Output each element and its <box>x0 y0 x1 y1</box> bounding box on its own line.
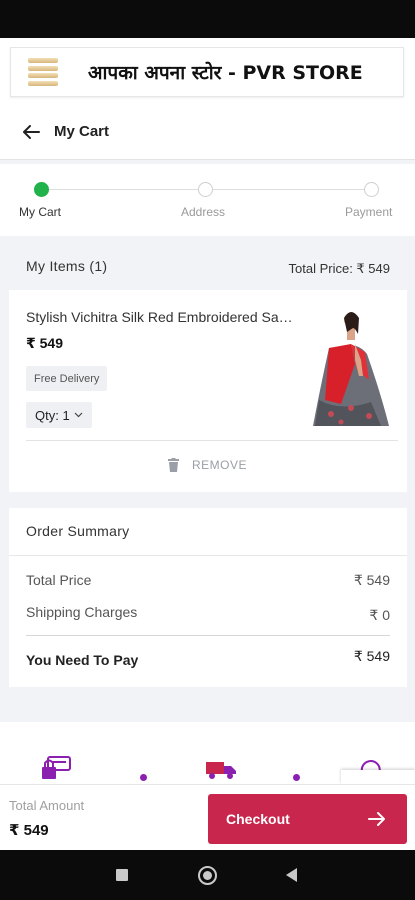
step-connector <box>49 189 198 190</box>
status-bar <box>0 0 415 38</box>
separator-dot <box>140 774 147 781</box>
page-title: My Cart <box>54 123 110 140</box>
summary-title: Order Summary <box>26 523 130 539</box>
total-price-label: Total Price <box>26 572 92 588</box>
store-logo-icon <box>28 58 58 86</box>
separator-dot <box>293 774 300 781</box>
home-icon[interactable] <box>198 866 217 885</box>
trust-badges <box>0 722 415 784</box>
trash-icon <box>168 458 179 472</box>
checkout-stepper: My Cart Address Payment <box>0 164 415 236</box>
floating-widget[interactable] <box>341 770 415 784</box>
step-dot-my-cart <box>34 182 49 197</box>
step-label-payment: Payment <box>345 205 393 219</box>
quantity-selector[interactable]: Qty: 1 <box>26 402 92 428</box>
back-arrow-icon[interactable] <box>21 122 41 142</box>
product-image[interactable] <box>311 304 393 432</box>
free-delivery-badge: Free Delivery <box>26 366 108 391</box>
pay-label: You Need To Pay <box>26 652 139 668</box>
total-amount-label: Total Amount <box>9 798 85 813</box>
summary-divider <box>9 555 407 556</box>
quantity-label: Qty: 1 <box>35 407 70 423</box>
checkout-label: Checkout <box>226 811 290 827</box>
remove-label: REMOVE <box>192 458 248 472</box>
recent-apps-icon[interactable] <box>116 869 128 881</box>
summary-total-divider <box>26 635 390 636</box>
store-name: आपका अपना स्टोर - PVR STORE <box>88 62 363 84</box>
back-icon[interactable] <box>286 868 297 882</box>
items-total-price: Total Price: ₹ 549 <box>288 261 391 276</box>
step-connector <box>213 189 364 190</box>
step-label-address: Address <box>181 205 226 219</box>
shipping-charges-value: ₹ 0 <box>369 607 390 623</box>
remove-button[interactable]: REMOVE <box>167 458 247 472</box>
store-banner[interactable]: आपका अपना स्टोर - PVR STORE <box>10 47 404 97</box>
item-divider <box>26 440 398 441</box>
shipping-charges-label: Shipping Charges <box>26 604 138 620</box>
item-price: ₹ 549 <box>26 335 63 351</box>
system-nav-bar <box>0 850 415 900</box>
chevron-down-icon <box>74 412 83 418</box>
total-amount-value: ₹ 549 <box>9 822 49 839</box>
step-dot-address <box>198 182 213 197</box>
secure-payment-icon <box>42 756 71 779</box>
item-name[interactable]: Stylish Vichitra Silk Red Embroidered Sa… <box>26 309 296 325</box>
cart-header: My Cart <box>0 104 415 160</box>
order-summary: Order Summary Total Price ₹ 549 Shipping… <box>9 508 407 687</box>
items-header: My Items (1) Total Price: ₹ 549 <box>0 254 415 282</box>
delivery-truck-icon <box>206 762 236 779</box>
checkout-button[interactable]: Checkout <box>208 794 407 844</box>
total-price-value: ₹ 549 <box>353 572 390 588</box>
cart-item: Stylish Vichitra Silk Red Embroidered Sa… <box>9 290 407 492</box>
top-bar: आपका अपना स्टोर - PVR STORE <box>0 38 415 104</box>
pay-value: ₹ 549 <box>353 648 390 664</box>
bottom-checkout-bar: Total Amount ₹ 549 Checkout <box>0 784 415 850</box>
step-dot-payment <box>364 182 379 197</box>
step-label-my-cart: My Cart <box>19 205 61 219</box>
items-title: My Items (1) <box>26 258 108 274</box>
arrow-right-icon <box>368 812 385 826</box>
